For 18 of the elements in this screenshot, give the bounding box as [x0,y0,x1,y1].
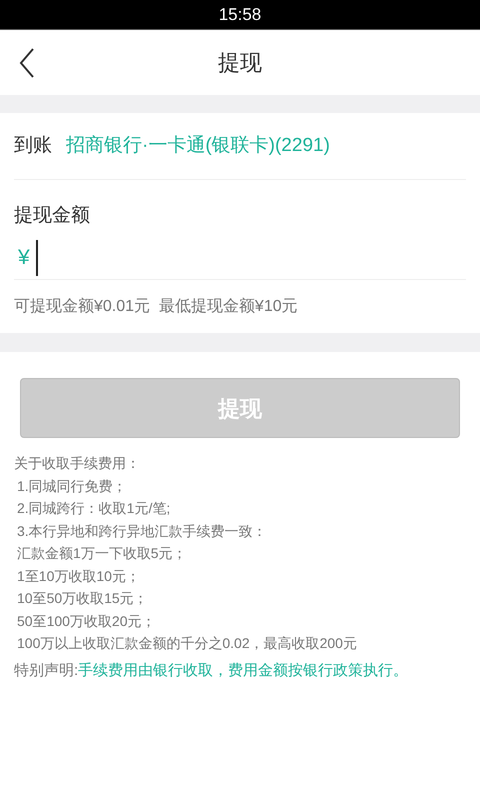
notes-heading: 关于收取手续费用： [14,454,140,473]
fee-rule: 100万以上收取汇款金额的千分之0.02，最高收取200元 [16,634,357,653]
account-label: 到账 [14,134,52,158]
limit-hint: 可提现金额¥0.01元 最低提现金额¥10元 [14,296,298,316]
statement-text: 手续费用由银行收取，费用金额按银行政策执行。 [78,660,408,680]
status-time: 15:58 [218,4,262,26]
amount-field[interactable]: ¥ [14,236,466,280]
fee-rule: 2.同城跨行：收取1元/笔; [16,499,170,518]
fee-rule: 3.本行异地和跨行异地汇款手续费一致： [16,522,267,540]
amount-label: 提现金额 [14,204,90,228]
bank-account[interactable]: 招商银行·一卡通(银联卡)(2291) [66,132,330,160]
fee-rule: 50至100万收取20元； [16,612,156,630]
fee-rule: 10至50万收取15元； [16,589,148,608]
page-title: 提现 [218,49,262,77]
fee-rule: 汇款金额1万一下收取5元； [16,544,187,563]
fee-rule: 1.同城同行免费； [16,476,127,496]
statement-label: 特别声明: [14,660,78,680]
fee-rule: 1至10万收取10元； [16,566,140,586]
